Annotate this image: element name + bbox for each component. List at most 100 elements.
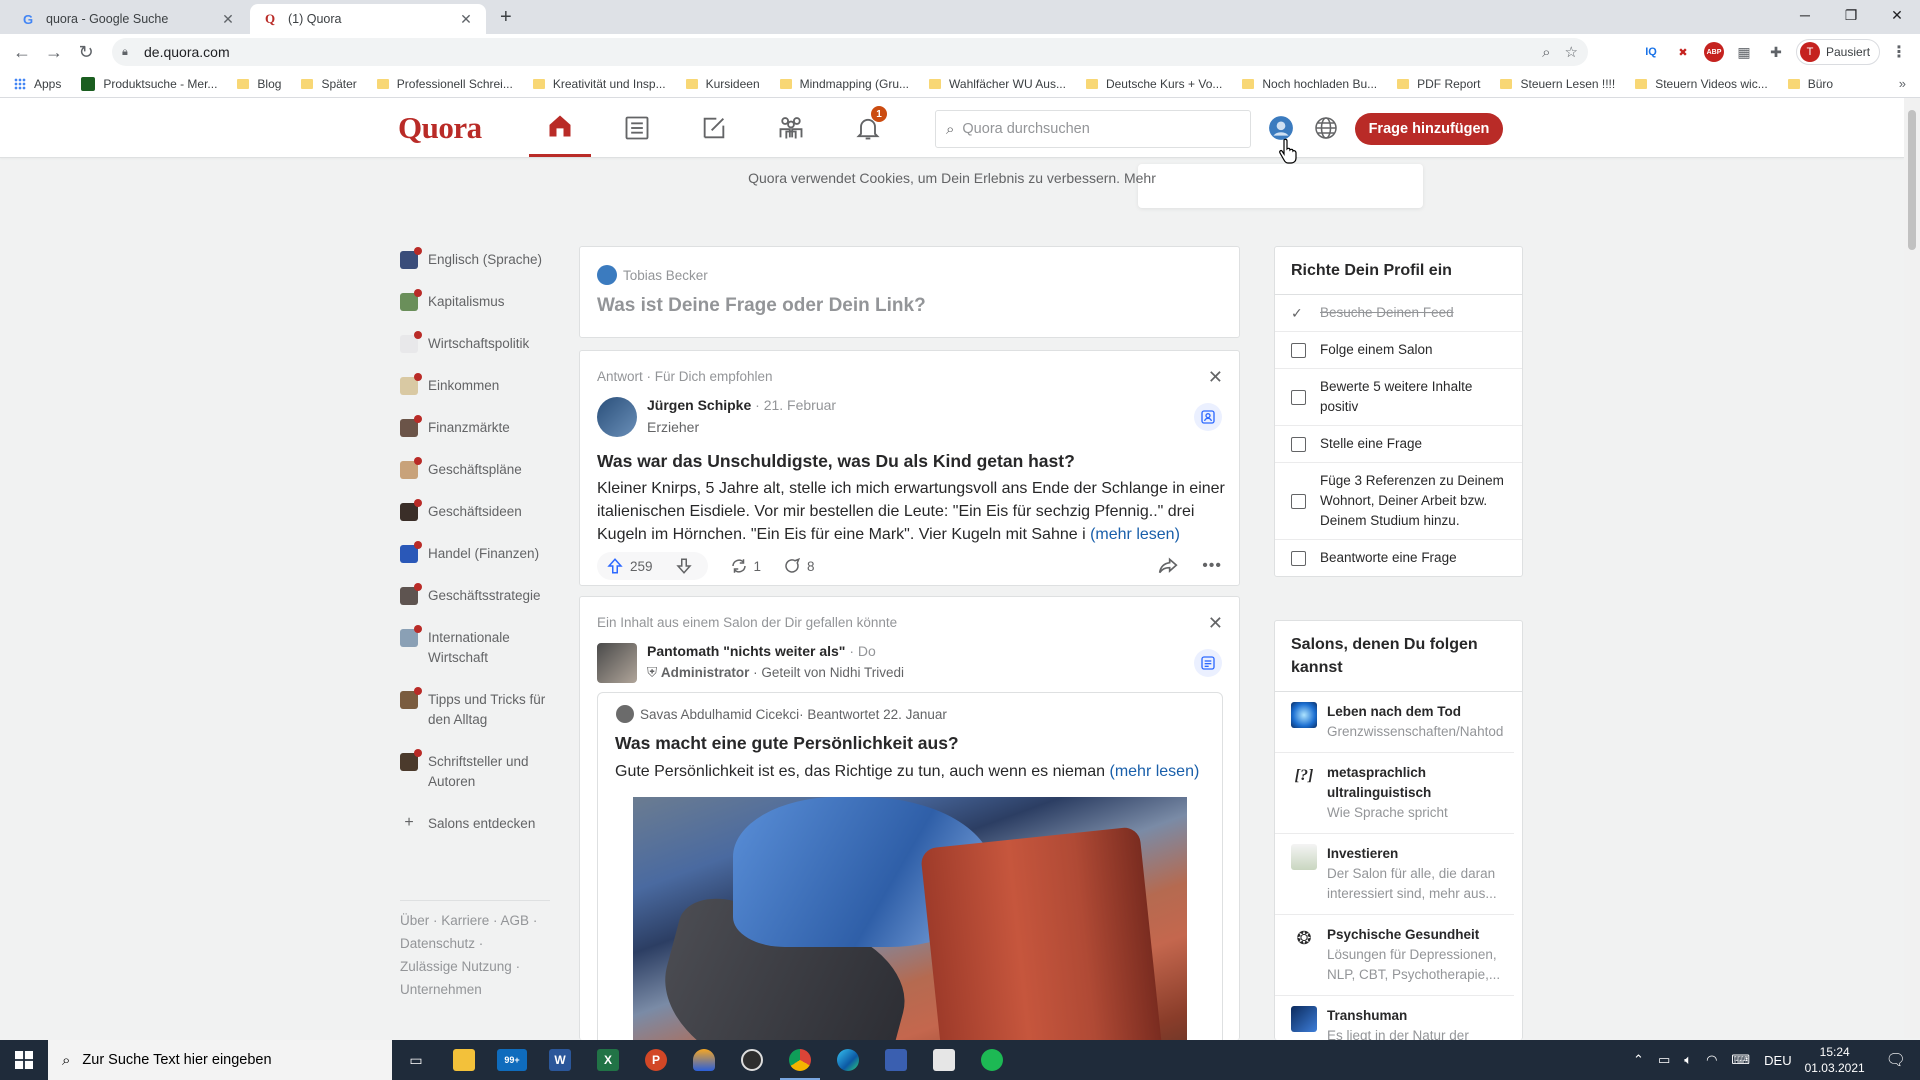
comment-button[interactable]: 8 bbox=[783, 557, 815, 575]
sidebar-item-handel[interactable]: Handel (Finanzen) bbox=[400, 541, 560, 564]
footer-link-agb[interactable]: AGB bbox=[501, 913, 530, 928]
sidebar-item-kapitalismus[interactable]: Kapitalismus bbox=[400, 289, 560, 312]
sidebar-item-internationale-wirtschaft[interactable]: Internationale Wirtschaft bbox=[400, 625, 560, 668]
ask-prompt[interactable]: Was ist Deine Frage oder Dein Link? bbox=[597, 295, 926, 317]
checkbox[interactable] bbox=[1291, 436, 1306, 452]
sidebar-item-einkommen[interactable]: Einkommen bbox=[400, 373, 560, 396]
bookmark-folder[interactable]: Blog bbox=[237, 77, 281, 91]
bookmark-folder[interactable]: PDF Report bbox=[1397, 77, 1480, 91]
task-answer-question[interactable]: Beantworte eine Frage bbox=[1275, 540, 1522, 576]
author-name[interactable]: Jürgen Schipke bbox=[647, 397, 751, 413]
powerpoint-button[interactable]: P bbox=[632, 1040, 680, 1080]
puzzle-icon[interactable]: ✚ bbox=[1766, 42, 1786, 62]
minimize-button[interactable]: ─ bbox=[1782, 0, 1828, 30]
bookmark-folder[interactable]: Professionell Schrei... bbox=[376, 77, 513, 91]
footer-link-nutzung[interactable]: Zulässige Nutzung bbox=[400, 959, 512, 974]
close-window-button[interactable]: ✕ bbox=[1874, 0, 1920, 30]
excel-button[interactable]: X bbox=[584, 1040, 632, 1080]
edge-button[interactable] bbox=[824, 1040, 872, 1080]
answer-preview[interactable]: Gute Persönlichkeit ist es, das Richtige… bbox=[615, 760, 1215, 783]
app-button[interactable] bbox=[872, 1040, 920, 1080]
nav-notifications[interactable]: 1 bbox=[837, 98, 899, 157]
wifi-icon[interactable]: ◠ bbox=[1706, 1052, 1717, 1068]
bookmark-folder[interactable]: Steuern Lesen !!!! bbox=[1500, 77, 1615, 91]
close-icon[interactable]: ✕ bbox=[1208, 367, 1223, 388]
word-button[interactable]: W bbox=[536, 1040, 584, 1080]
more-bookmarks-icon[interactable]: » bbox=[1899, 76, 1906, 91]
volume-icon[interactable]: 🔈︎ bbox=[1684, 1052, 1692, 1068]
profile-button[interactable]: T Pausiert bbox=[1796, 39, 1880, 65]
iq-extension-icon[interactable]: IQ bbox=[1640, 42, 1662, 62]
chrome-button[interactable] bbox=[776, 1040, 824, 1080]
language-indicator[interactable]: DEU bbox=[1764, 1053, 1791, 1068]
mail-button[interactable]: 99+ bbox=[488, 1040, 536, 1080]
nav-spaces[interactable] bbox=[760, 98, 822, 157]
file-explorer-button[interactable] bbox=[440, 1040, 488, 1080]
bookmark-folder[interactable]: Büro bbox=[1787, 77, 1833, 91]
reload-button[interactable]: ↻ bbox=[75, 42, 97, 63]
salon-item[interactable]: ❂ Psychische Gesundheit Lösungen für Depr… bbox=[1275, 915, 1514, 996]
network-icon[interactable]: ▭ bbox=[1658, 1052, 1670, 1068]
footer-link-ueber[interactable]: Über bbox=[400, 913, 429, 928]
bookmark-folder[interactable]: Steuern Videos wic... bbox=[1635, 77, 1768, 91]
shared-answer[interactable]: Savas Abdulhamid Cicekci · Beantwortet 2… bbox=[597, 692, 1223, 1040]
task-ask-question[interactable]: Stelle eine Frage bbox=[1275, 426, 1522, 463]
avatar[interactable] bbox=[597, 643, 637, 683]
task-follow-salon[interactable]: Folge einem Salon bbox=[1275, 332, 1522, 369]
close-icon[interactable]: ✕ bbox=[1208, 613, 1223, 634]
task-view-button[interactable]: ▭ bbox=[392, 1040, 440, 1080]
menu-kebab-icon[interactable]: ⋮ bbox=[1891, 42, 1907, 62]
search-box[interactable]: ⌕ bbox=[935, 110, 1251, 148]
close-icon[interactable]: ✕ bbox=[458, 11, 474, 28]
chevron-up-icon[interactable]: ⌃ bbox=[1633, 1052, 1644, 1068]
task-visit-feed[interactable]: ✓ Besuche Deinen Feed bbox=[1275, 295, 1522, 332]
clock[interactable]: 15:24 01.03.2021 bbox=[1805, 1044, 1865, 1076]
close-icon[interactable]: ✕ bbox=[220, 11, 236, 28]
quora-logo[interactable]: Quora bbox=[398, 110, 482, 146]
checkbox[interactable] bbox=[1291, 342, 1306, 358]
start-button[interactable] bbox=[0, 1040, 48, 1080]
back-button[interactable]: ← bbox=[11, 42, 33, 63]
sidebar-item-schriftsteller[interactable]: Schriftsteller und Autoren bbox=[400, 749, 560, 792]
sidebar-item-englisch[interactable]: Englisch (Sprache) bbox=[400, 247, 560, 270]
sidebar-item-finanzmaerkte[interactable]: Finanzmärkte bbox=[400, 415, 560, 438]
cookie-more-link[interactable]: Mehr bbox=[1124, 170, 1156, 186]
task-upvote[interactable]: Bewerte 5 weitere Inhalte positiv bbox=[1275, 369, 1522, 426]
avatar[interactable] bbox=[597, 397, 637, 437]
address-bar[interactable]: 🔒︎ de.quora.com ⌕ ☆ bbox=[112, 38, 1588, 66]
follow-salon-button[interactable] bbox=[1194, 649, 1222, 677]
follow-button[interactable] bbox=[1194, 403, 1222, 431]
salon-item[interactable]: Investieren Der Salon für alle, die daran… bbox=[1275, 834, 1514, 915]
salon-item[interactable]: [?] metasprachlich ultralinguistisch Wie … bbox=[1275, 753, 1514, 834]
sidebar-item-geschaeftsideen[interactable]: Geschäftsideen bbox=[400, 499, 560, 522]
zoom-icon[interactable]: ⌕ bbox=[1542, 44, 1550, 61]
read-more-link[interactable]: (mehr lesen) bbox=[1110, 763, 1200, 780]
adblock-icon[interactable]: ABP bbox=[1704, 42, 1724, 62]
discover-salons-button[interactable]: + Salons entdecken bbox=[400, 814, 560, 834]
add-question-button[interactable]: Frage hinzufügen bbox=[1355, 113, 1503, 145]
nav-home[interactable] bbox=[529, 98, 591, 157]
ask-question-card[interactable]: Tobias Becker Was ist Deine Frage oder D… bbox=[579, 246, 1240, 338]
salon-item[interactable]: Leben nach dem Tod Grenzwissenschaften/Na… bbox=[1275, 692, 1514, 753]
bookmark-item[interactable]: Produktsuche - Mer... bbox=[81, 76, 217, 91]
downvote-icon[interactable] bbox=[675, 557, 693, 575]
footer-link-unternehmen[interactable]: Unternehmen bbox=[400, 982, 482, 997]
footer-link-karriere[interactable]: Karriere bbox=[441, 913, 489, 928]
nav-following[interactable] bbox=[606, 98, 668, 157]
grid-extension-icon[interactable]: ▦ bbox=[1734, 42, 1754, 62]
salon-item[interactable]: Transhuman Es liegt in der Natur der bbox=[1275, 996, 1514, 1040]
tab-quora[interactable]: Q (1) Quora ✕ bbox=[250, 4, 486, 34]
maximize-button[interactable]: ❐ bbox=[1828, 0, 1874, 30]
notifications-icon[interactable]: 🗨︎ bbox=[1886, 1050, 1906, 1070]
task-add-credentials[interactable]: Füge 3 Referenzen zu Deinem Wohnort, Dei… bbox=[1275, 463, 1522, 540]
forward-button[interactable]: → bbox=[43, 42, 65, 63]
new-tab-button[interactable]: + bbox=[500, 6, 512, 29]
obs-button[interactable] bbox=[728, 1040, 776, 1080]
checkbox[interactable] bbox=[1291, 550, 1306, 566]
bookmark-apps[interactable]: Apps bbox=[14, 77, 61, 91]
sidebar-item-tipps-tricks[interactable]: Tipps und Tricks für den Alltag bbox=[400, 687, 560, 730]
keyboard-icon[interactable]: ⌨︎ bbox=[1731, 1052, 1750, 1068]
app-button[interactable] bbox=[680, 1040, 728, 1080]
scrollbar-thumb[interactable] bbox=[1908, 110, 1916, 250]
answer-image[interactable] bbox=[633, 797, 1187, 1040]
